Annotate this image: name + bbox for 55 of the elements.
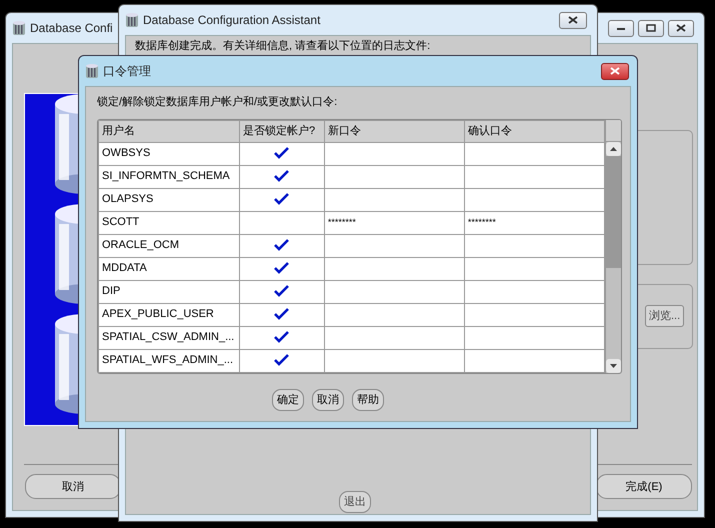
checkmark-icon[interactable] xyxy=(274,239,290,252)
column-header: 用户名 xyxy=(98,120,240,142)
close-button[interactable] xyxy=(601,62,629,80)
maximize-icon xyxy=(646,24,656,32)
scroll-up-icon[interactable] xyxy=(606,142,621,156)
password-cell[interactable]: ******** xyxy=(464,211,604,234)
column-header: 是否锁定帐户? xyxy=(239,120,324,142)
database-icon xyxy=(85,63,99,79)
scrollbar[interactable] xyxy=(605,120,621,372)
close-button[interactable] xyxy=(559,12,587,28)
table-cell: SCOTT xyxy=(98,211,240,234)
table-cell: MDDATA xyxy=(98,257,240,280)
column-header: 新口令 xyxy=(324,120,464,142)
dialog-button[interactable]: 取消 xyxy=(312,388,344,410)
table-cell: SPATIAL_CSW_ADMIN_... xyxy=(98,326,240,349)
window-title: Database Configuration Assistant xyxy=(143,12,320,29)
scroll-down-icon[interactable] xyxy=(606,358,621,372)
checkmark-icon[interactable] xyxy=(274,331,290,344)
table-cell: APEX_PUBLIC_USER xyxy=(98,303,240,326)
checkmark-icon[interactable] xyxy=(274,193,290,206)
column-header: 确认口令 xyxy=(464,120,604,142)
instruction-text: 锁定/解除锁定数据库用户帐户和/或更改默认口令: xyxy=(97,94,338,110)
dialog-button[interactable]: 确定 xyxy=(272,388,304,410)
maximize-button[interactable] xyxy=(638,20,664,36)
cancel-button[interactable]: 取消 xyxy=(25,474,121,499)
dialog-title: 口令管理 xyxy=(103,63,151,80)
table-cell: SPATIAL_WFS_ADMIN_... xyxy=(98,349,240,372)
table-cell: SI_INFORMTN_SCHEMA xyxy=(98,165,240,188)
table-cell: OWBSYS xyxy=(98,142,240,165)
table-cell: ORACLE_OCM xyxy=(98,234,240,257)
close-icon xyxy=(568,16,578,24)
window-title: Database Confi xyxy=(30,20,113,37)
checkmark-icon[interactable] xyxy=(274,147,290,160)
database-icon xyxy=(12,20,26,36)
database-icon xyxy=(125,12,139,28)
finish-button[interactable]: 完成(E) xyxy=(596,474,692,499)
password-cell[interactable]: ******** xyxy=(324,211,464,234)
table-cell: DIP xyxy=(98,280,240,303)
close-button[interactable] xyxy=(668,20,694,36)
exit-button[interactable]: 退出 xyxy=(339,491,371,513)
minimize-button[interactable] xyxy=(608,20,634,36)
header-corner xyxy=(606,120,621,142)
message-text: 数据库创建完成。有关详细信息, 请查看以下位置的日志文件: xyxy=(135,40,430,53)
close-icon xyxy=(610,67,620,75)
checkmark-icon[interactable] xyxy=(274,285,290,298)
checkmark-icon[interactable] xyxy=(274,308,290,320)
checkmark-icon[interactable] xyxy=(274,170,290,182)
checkmark-icon[interactable] xyxy=(274,354,290,366)
dialog-button[interactable]: 帮助 xyxy=(352,388,384,410)
table-cell: OLAPSYS xyxy=(98,188,240,211)
close-icon xyxy=(676,24,686,32)
browse-button[interactable]: 浏览... xyxy=(645,305,684,327)
scrollbar-thumb[interactable] xyxy=(606,156,621,268)
checkmark-icon[interactable] xyxy=(274,262,290,274)
minimize-icon xyxy=(616,25,626,31)
